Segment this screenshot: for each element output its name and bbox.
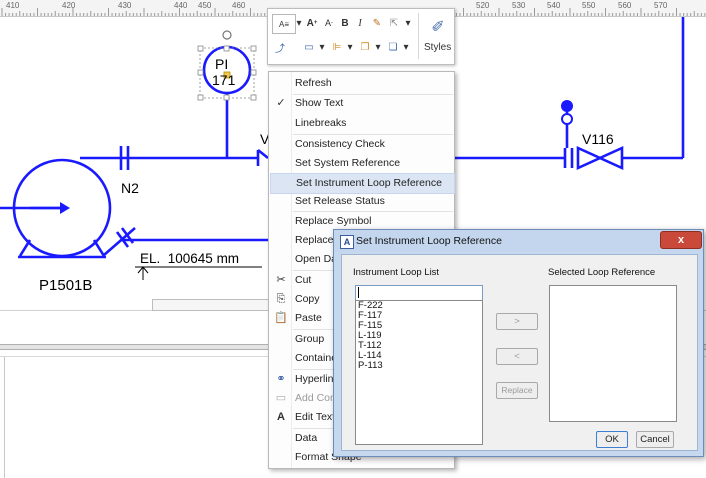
close-icon: x bbox=[677, 234, 685, 246]
dialog-titlebar[interactable]: A Set Instrument Loop Reference x bbox=[334, 230, 703, 252]
menu-item-label: Copy bbox=[295, 293, 320, 305]
menu-item-label: Group bbox=[295, 333, 325, 345]
list-item[interactable]: P-113 bbox=[356, 361, 482, 371]
text-caret bbox=[358, 287, 359, 298]
menu-item-linebreaks[interactable]: Linebreaks bbox=[270, 114, 453, 133]
instrument-tag-function: PI bbox=[215, 56, 229, 72]
chevron-down-icon[interactable]: ▾ bbox=[318, 38, 326, 56]
toolbar-divider bbox=[418, 13, 419, 59]
shrink-font-button[interactable]: A- bbox=[322, 14, 336, 32]
text-box-icon: A≡ bbox=[278, 19, 289, 29]
valve-v116-left[interactable] bbox=[576, 145, 604, 171]
copy-icon: ⎘ bbox=[276, 293, 286, 305]
instrument-loop-list[interactable]: F-222 F-117 F-115 L-119 T-112 L-114 P-11… bbox=[355, 300, 483, 445]
bring-forward-icon[interactable]: ❐ bbox=[357, 38, 373, 56]
rotate-handle-icon[interactable] bbox=[222, 30, 232, 40]
menu-item-label: Set Release Status bbox=[295, 195, 385, 207]
chevron-down-icon[interactable]: ▾ bbox=[402, 38, 410, 56]
menu-item-label: Refresh bbox=[295, 77, 332, 89]
nozzle-label: N2 bbox=[121, 180, 139, 196]
menu-item-label: Data bbox=[295, 432, 318, 444]
bold-button[interactable]: B bbox=[339, 14, 351, 32]
checkmark-icon: ✓ bbox=[276, 97, 286, 109]
selection-handle[interactable] bbox=[250, 69, 257, 76]
position-icon[interactable]: ⊫ bbox=[329, 38, 345, 56]
menu-item-refresh[interactable]: Refresh bbox=[270, 74, 453, 93]
pump-foot-left bbox=[18, 239, 32, 257]
text-icon: A bbox=[277, 411, 285, 423]
menu-item-label: Edit Text bbox=[295, 411, 336, 423]
selection-handle[interactable] bbox=[197, 45, 204, 52]
menu-item-label: Paste bbox=[295, 312, 322, 324]
chevron-down-icon[interactable]: ▾ bbox=[295, 14, 303, 32]
ok-button[interactable]: OK bbox=[596, 431, 628, 448]
menu-item-label: Containe bbox=[295, 352, 338, 364]
actuator-ring bbox=[561, 113, 573, 125]
instrument-tag-number: 171 bbox=[212, 72, 236, 88]
comment-icon: ▭ bbox=[275, 392, 287, 404]
chevron-down-icon[interactable]: ▾ bbox=[404, 14, 412, 32]
menu-item-label: Set System Reference bbox=[295, 157, 401, 169]
menu-item-label: Consistency Check bbox=[295, 138, 385, 150]
styles-label[interactable]: Styles bbox=[424, 42, 451, 53]
selection-handle[interactable] bbox=[197, 94, 204, 101]
format-painter-icon[interactable]: ✎ bbox=[370, 14, 384, 32]
selection-handle[interactable] bbox=[250, 45, 257, 52]
connector-icon[interactable]: ⤴ bbox=[272, 38, 288, 56]
pump-label: P1501B bbox=[39, 277, 93, 294]
actuator-dot bbox=[561, 100, 573, 112]
dialog-body: Instrument Loop List Selected Loop Refer… bbox=[341, 254, 698, 451]
selected-loop-reference-label: Selected Loop Reference bbox=[548, 267, 656, 278]
cancel-button[interactable]: Cancel bbox=[636, 431, 674, 448]
loop-search-input[interactable] bbox=[355, 285, 483, 301]
send-backward-icon[interactable]: ❏ bbox=[385, 38, 401, 56]
menu-item-set-release-status[interactable]: Set Release Status bbox=[270, 192, 453, 211]
selection-handle[interactable] bbox=[250, 94, 257, 101]
menu-item-consistency-check[interactable]: Consistency Check bbox=[270, 135, 453, 154]
dialog-title: Set Instrument Loop Reference bbox=[356, 235, 502, 247]
replace-button[interactable]: Replace bbox=[496, 382, 538, 399]
pump-arrowhead bbox=[60, 202, 70, 214]
align-icon[interactable]: ▭ bbox=[301, 38, 317, 56]
styles-icon[interactable]: ✐ bbox=[426, 14, 450, 40]
scissors-icon: ✂ bbox=[276, 274, 286, 286]
menu-item-label: Replace Symbol bbox=[295, 215, 372, 227]
elevation-label: EL. 100645 mm bbox=[140, 251, 240, 266]
hyperlink-icon: ⚭ bbox=[276, 373, 286, 385]
horizontal-scrollbar[interactable] bbox=[152, 299, 270, 311]
set-instrument-loop-reference-dialog: A Set Instrument Loop Reference x Instru… bbox=[333, 229, 704, 457]
grow-font-button[interactable]: A + bbox=[305, 14, 319, 32]
pointer-icon[interactable]: ⇱ bbox=[386, 14, 402, 32]
app-icon: A bbox=[340, 235, 354, 249]
cut-off-text: .... bbox=[10, 296, 21, 302]
pump-foot-right bbox=[92, 239, 106, 257]
add-button[interactable]: > bbox=[496, 313, 538, 330]
grow-font-icon: A bbox=[306, 17, 314, 29]
menu-item-label: Set Instrument Loop Reference bbox=[296, 177, 442, 189]
menu-item-set-system-reference[interactable]: Set System Reference bbox=[270, 154, 453, 173]
menu-item-label: Linebreaks bbox=[295, 117, 347, 129]
chevron-down-icon[interactable]: ▾ bbox=[346, 38, 354, 56]
menu-item-label: Cut bbox=[295, 274, 312, 286]
italic-button[interactable]: I bbox=[354, 14, 366, 32]
close-button[interactable]: x bbox=[660, 231, 702, 249]
selection-handle[interactable] bbox=[197, 69, 204, 76]
valve-label: V116 bbox=[582, 131, 614, 147]
instrument-loop-list-label: Instrument Loop List bbox=[353, 267, 440, 278]
selection-handle[interactable] bbox=[223, 45, 230, 52]
remove-button[interactable]: < bbox=[496, 348, 538, 365]
menu-item-label: Show Text bbox=[295, 97, 344, 109]
valve-v116-right[interactable] bbox=[596, 145, 624, 171]
paste-icon: 📋 bbox=[274, 312, 288, 324]
chevron-down-icon[interactable]: ▾ bbox=[374, 38, 382, 56]
selected-loop-reference-list[interactable] bbox=[549, 285, 677, 422]
font-box-button[interactable]: A≡ bbox=[272, 14, 296, 34]
selection-handle[interactable] bbox=[223, 94, 230, 101]
pane-border bbox=[4, 357, 5, 478]
valve-partial bbox=[257, 148, 269, 160]
menu-item-show-text[interactable]: ✓ Show Text bbox=[270, 94, 453, 113]
menu-item-set-instrument-loop-reference[interactable]: Set Instrument Loop Reference bbox=[270, 173, 455, 194]
mini-toolbar: A≡ ▾ A + A- B I ✎ ⇱ ▾ ⤴ ▭ ▾ ⊫ ▾ ❐ ▾ ❏ ▾ ✐… bbox=[267, 8, 455, 65]
